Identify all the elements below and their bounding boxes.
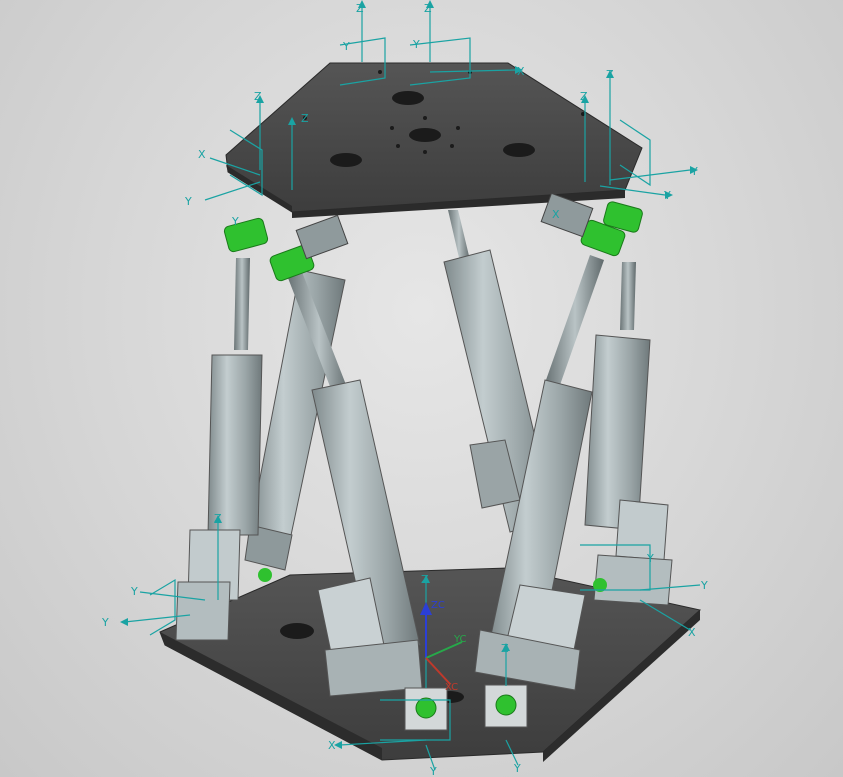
axis-label: Z bbox=[580, 90, 588, 103]
axis-label: Z bbox=[301, 112, 309, 125]
axis-label: Y bbox=[231, 215, 239, 228]
axis-label: Z bbox=[421, 573, 429, 586]
top-hole bbox=[392, 91, 424, 105]
axis-label: Y bbox=[513, 762, 521, 775]
axis-label: Z bbox=[254, 90, 262, 103]
axis-label: Y bbox=[429, 765, 437, 777]
axis-label: X bbox=[517, 65, 525, 78]
axis-label: Y bbox=[700, 579, 708, 592]
wcs-y-label: YC bbox=[453, 634, 467, 645]
axis-label: X bbox=[552, 208, 560, 221]
axis-label: X bbox=[688, 626, 696, 639]
axis-label: Z bbox=[501, 642, 509, 655]
top-hole bbox=[409, 128, 441, 142]
top-plate[interactable] bbox=[225, 62, 643, 218]
axis-label: Y bbox=[412, 38, 420, 51]
axis-label: X bbox=[198, 148, 206, 161]
axis-label: Y bbox=[342, 40, 350, 53]
axis-label: Y bbox=[130, 585, 138, 598]
actuator-right[interactable] bbox=[584, 262, 673, 606]
wcs-x-label: XC bbox=[445, 682, 458, 693]
axis-label: Z bbox=[214, 512, 222, 525]
cad-3d-viewport[interactable]: Z Z Y Y X Z Z X Y Y Z Z Y Y X Z Y Y Y Y … bbox=[0, 0, 843, 777]
base-hole bbox=[280, 623, 314, 639]
axis-label: Z bbox=[606, 68, 614, 81]
axis-label: Z bbox=[356, 2, 364, 15]
stewart-platform-model[interactable]: Z Z Y Y X Z Z X Y Y Z Z Y Y X Z Y Y Y Y … bbox=[0, 0, 843, 777]
axis-label: Y bbox=[646, 552, 654, 565]
axis-label: Y bbox=[663, 189, 671, 202]
top-hole bbox=[330, 153, 362, 167]
axis-label: Y bbox=[690, 165, 698, 178]
actuator-left[interactable] bbox=[175, 258, 263, 641]
wcs-z-label: ZC bbox=[431, 600, 445, 611]
top-hole bbox=[503, 143, 535, 157]
axis-label: Y bbox=[101, 616, 109, 629]
axis-label: Z bbox=[424, 2, 432, 15]
axis-label: Y bbox=[184, 195, 192, 208]
axis-label: X bbox=[328, 739, 336, 752]
